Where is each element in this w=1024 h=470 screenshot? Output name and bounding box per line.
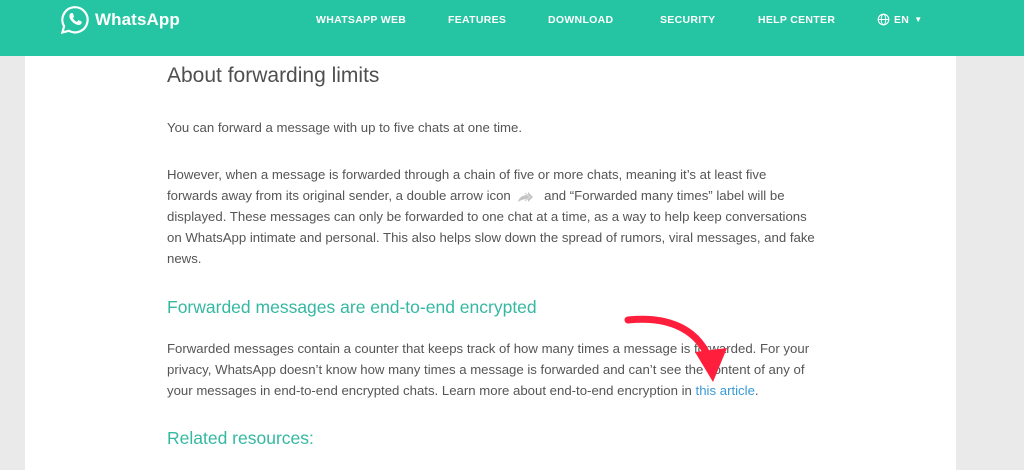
brand-name: WhatsApp [95,10,180,29]
nav-download[interactable]: DOWNLOAD [548,14,613,26]
paragraph-forwarded-many-times: However, when a message is forwarded thr… [167,164,817,269]
language-label: EN [894,13,910,26]
double-arrow-icon [518,191,534,202]
nav-whatsapp-web[interactable]: WHATSAPP WEB [316,14,406,26]
section-title-encrypted: Forwarded messages are end-to-end encryp… [167,297,537,317]
whatsapp-logo-icon [60,6,89,35]
paragraph-encryption: Forwarded messages contain a counter tha… [167,338,817,401]
whatsapp-logo[interactable]: WhatsApp [59,4,180,36]
this-article-link[interactable]: this article [696,383,755,398]
language-selector[interactable]: EN ▼ [877,13,922,26]
nav-security[interactable]: SECURITY [660,14,716,26]
paragraph-forward-limit: You can forward a message with up to fiv… [167,120,523,135]
nav-features[interactable]: FEATURES [448,14,506,26]
caret-down-icon: ▼ [914,15,923,24]
section-title-related: Related resources: [167,428,314,448]
site-header: WhatsApp WHATSAPP WEB FEATURES DOWNLOAD … [0,0,1024,56]
article-title: About forwarding limits [167,64,380,87]
nav-help-center[interactable]: HELP CENTER [758,14,835,26]
paragraph-encryption-end: . [754,383,759,398]
globe-icon [877,13,890,26]
